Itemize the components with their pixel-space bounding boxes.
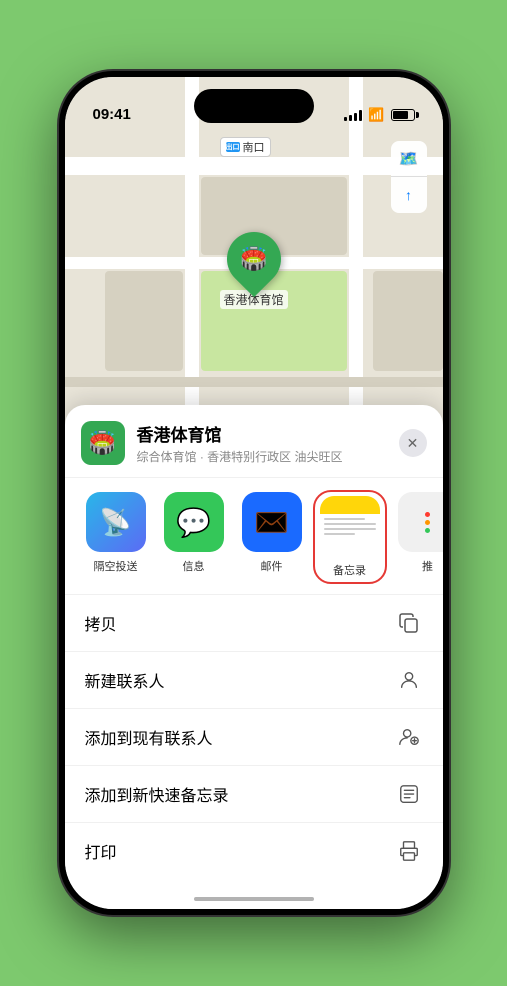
battery-icon [391,109,415,121]
venue-name: 香港体育馆 [137,421,399,446]
print-label: 打印 [85,839,117,863]
copy-label: 拷贝 [85,611,117,635]
print-icon [395,837,423,865]
venue-subtitle: 综合体育馆 · 香港特别行政区 油尖旺区 [137,448,399,465]
add-existing-label: 添加到现有联系人 [85,725,213,749]
mail-share-item[interactable]: ✉️ 邮件 [237,492,307,582]
exit-icon: 出口 [226,142,240,152]
more-label: 推 [422,558,433,574]
quick-note-icon [395,780,423,808]
messages-share-item[interactable]: 💬 信息 [159,492,229,582]
notes-label: 备忘录 [333,562,366,578]
notes-icon-content [320,496,380,556]
map-pin: 🏟️ [215,221,291,297]
close-button[interactable]: ✕ [399,429,427,457]
location-arrow-icon: ↑ [405,187,412,203]
person-icon [395,666,423,694]
status-icons: 📶 [344,107,414,125]
venue-info: 香港体育馆 综合体育馆 · 香港特别行政区 油尖旺区 [137,421,399,465]
venue-map-icon: 🏟️ [240,246,267,272]
action-list: 拷贝 新建联系人 [65,594,443,879]
map-type-button[interactable]: 🗺️ [391,141,427,177]
mail-icon: ✉️ [242,492,302,552]
notes-lines [320,514,380,556]
airdrop-share-item[interactable]: 📡 隔空投送 [81,492,151,582]
more-dots [425,512,430,533]
sheet-header: 🏟️ 香港体育馆 综合体育馆 · 香港特别行政区 油尖旺区 ✕ [65,405,443,478]
status-time: 09:41 [93,106,131,125]
signal-icon [344,109,362,121]
map-type-icon: 🗺️ [399,149,419,169]
map-block [105,271,183,371]
airdrop-icon: 📡 [86,492,146,552]
map-block [373,271,443,371]
map-controls: 🗺️ ↑ [391,141,427,213]
copy-action[interactable]: 拷贝 [65,595,443,652]
map-road [65,377,443,387]
note-line [324,523,376,525]
dynamic-island [194,89,314,123]
note-line [324,533,355,535]
notes-share-item[interactable]: 备忘录 [315,492,385,582]
venue-icon: 🏟️ [81,421,125,465]
add-quick-note-action[interactable]: 添加到新快速备忘录 [65,766,443,823]
home-indicator [194,897,314,901]
more-icon [398,492,443,552]
copy-icon [395,609,423,637]
map-entrance-label: 出口 南口 [220,137,271,157]
note-line [324,528,376,530]
airdrop-label: 隔空投送 [94,558,138,574]
wifi-icon: 📶 [368,107,384,123]
share-apps-row: 📡 隔空投送 💬 信息 ✉️ 邮件 [65,478,443,590]
mail-label: 邮件 [261,558,283,574]
dot-orange [425,520,430,525]
dot-red [425,512,430,517]
messages-icon: 💬 [164,492,224,552]
location-button[interactable]: ↑ [391,177,427,213]
close-icon: ✕ [407,435,419,452]
messages-label: 信息 [183,558,205,574]
notes-icon [320,496,380,556]
map-pin-container: 🏟️ 香港体育馆 [219,232,287,309]
dot-green [425,528,430,533]
more-share-item[interactable]: 推 [393,492,443,582]
notes-top-bar [320,496,380,514]
print-action[interactable]: 打印 [65,823,443,879]
phone-screen: 09:41 📶 [65,77,443,909]
add-quick-note-label: 添加到新快速备忘录 [85,782,229,806]
bottom-sheet: 🏟️ 香港体育馆 综合体育馆 · 香港特别行政区 油尖旺区 ✕ 📡 隔空投送 [65,405,443,909]
new-contact-label: 新建联系人 [85,668,165,692]
person-add-icon [395,723,423,751]
map-road [65,157,443,175]
note-line [324,518,366,520]
phone-frame: 09:41 📶 [59,71,449,915]
add-existing-contact-action[interactable]: 添加到现有联系人 [65,709,443,766]
new-contact-action[interactable]: 新建联系人 [65,652,443,709]
